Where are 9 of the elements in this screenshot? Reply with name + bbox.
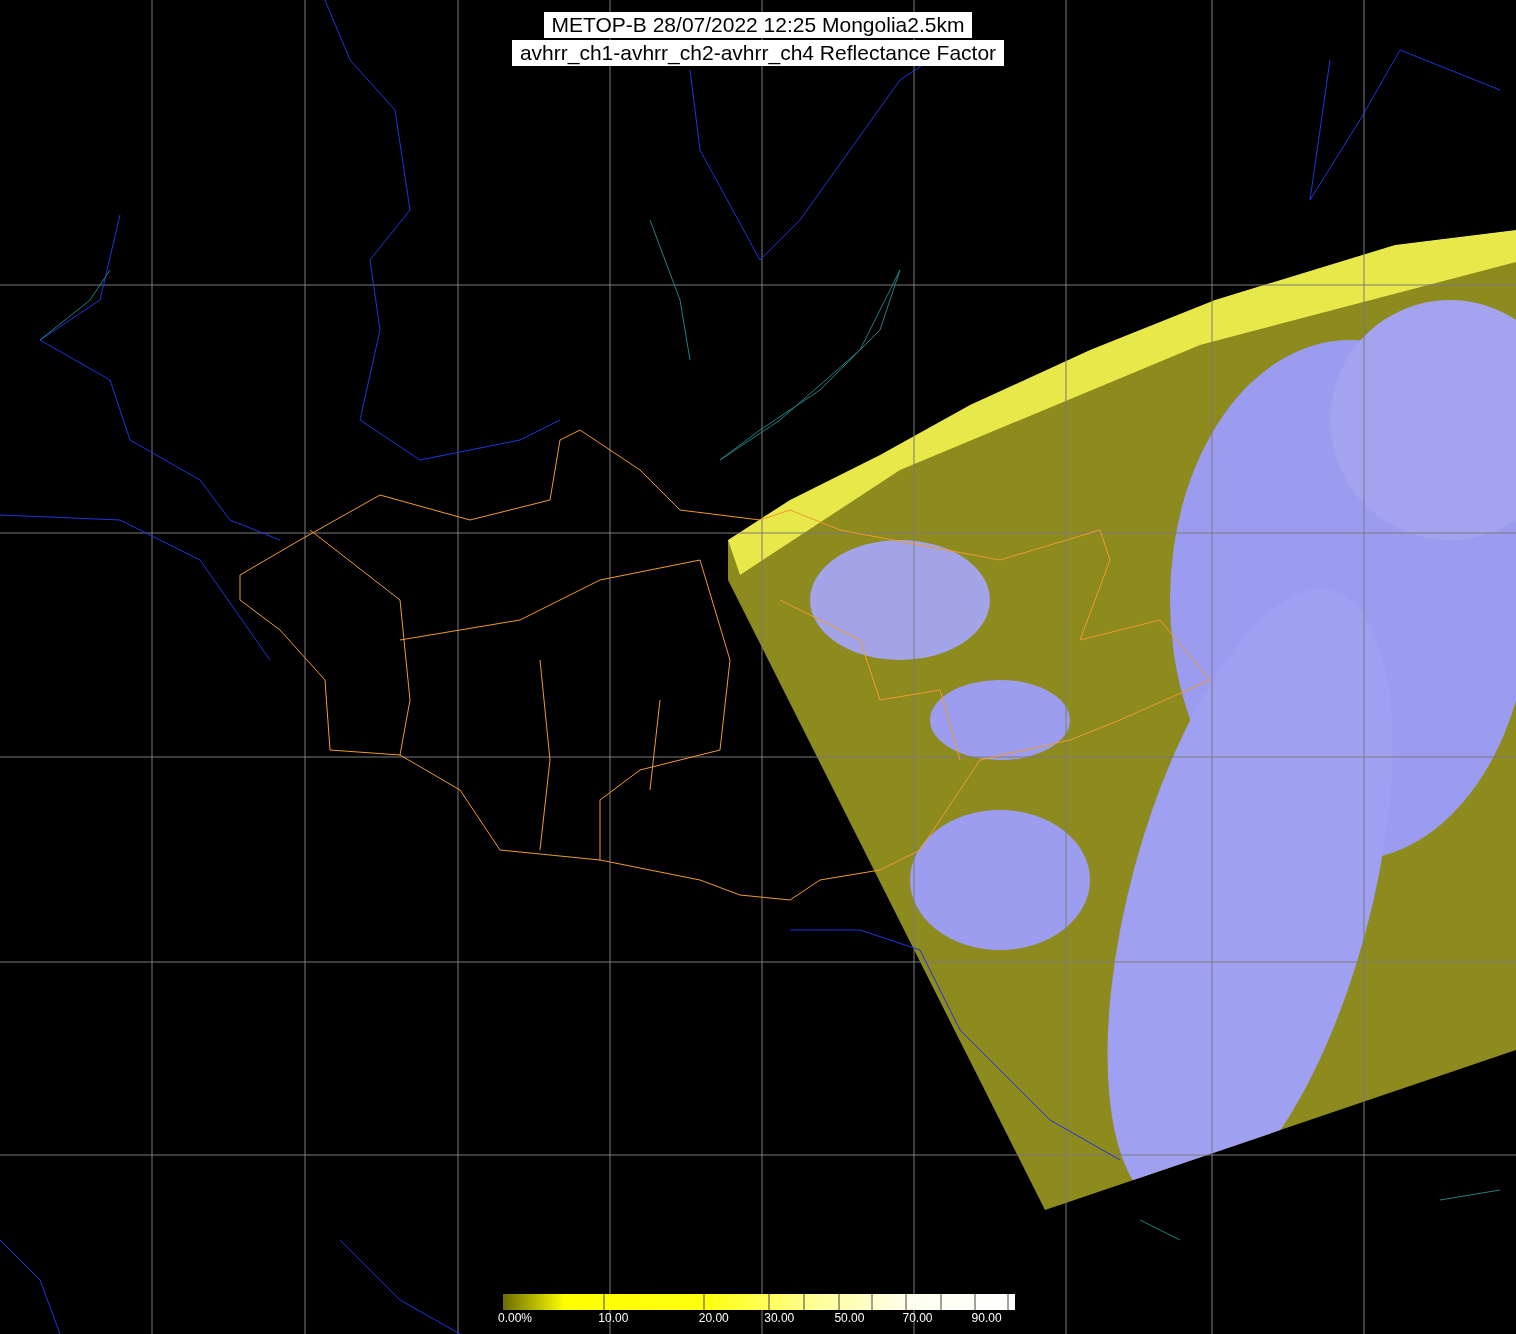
colorbar-tick-label: 0.00% [498,1311,533,1325]
colorbar-tick-label: 30.00 [764,1311,795,1325]
colorbar-tick-label: 20.00 [698,1311,729,1325]
colorbar-tick-label: 10.00 [598,1311,629,1325]
colorbar-tick-label: 90.00 [971,1311,1002,1325]
map-title: METOP-B 28/07/2022 12:25 Mongolia2.5km [543,12,973,38]
colorbar-tick-label: 70.00 [902,1311,933,1325]
colorbar-tick-label: 50.00 [834,1311,865,1325]
map-title: avhrr_ch1-avhrr_ch2-avhrr_ch4 Reflectance Factor [511,40,1005,66]
